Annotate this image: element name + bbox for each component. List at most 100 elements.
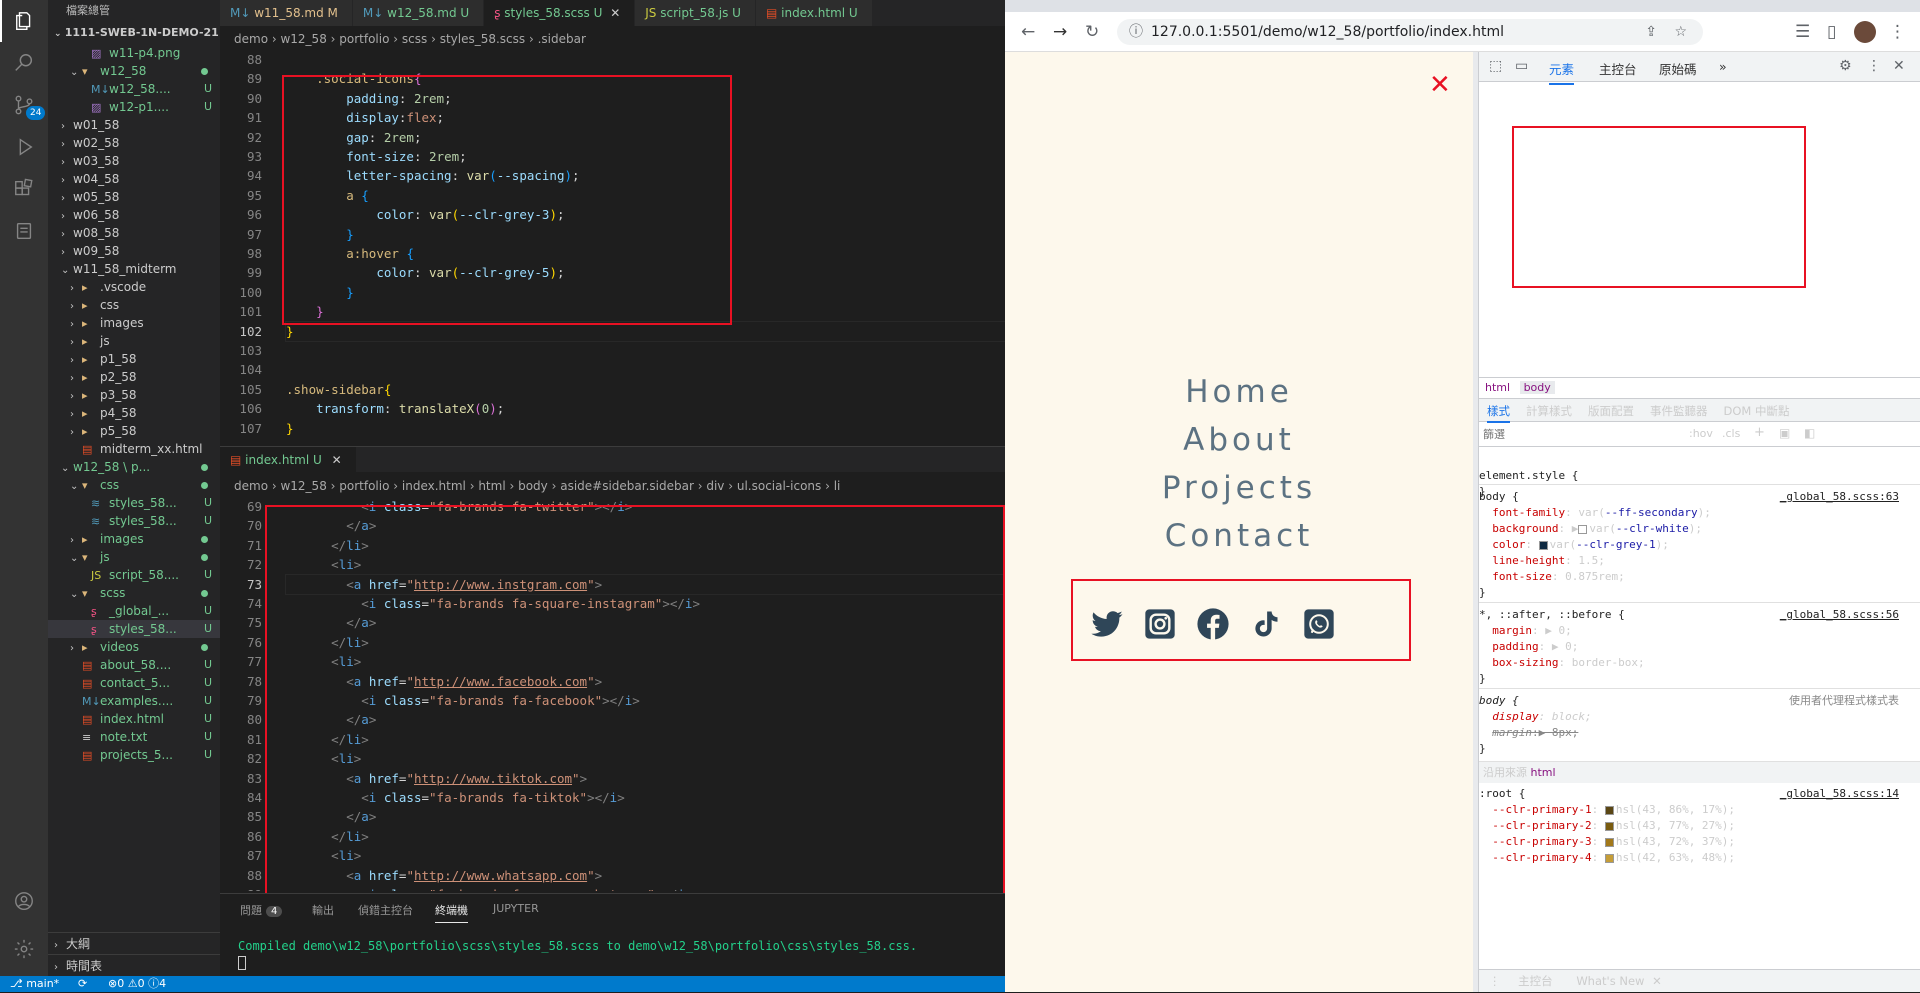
tree-item[interactable]: › w03_58 [48, 152, 220, 170]
rule-body[interactable]: body {_global_58.scss:63 font-family: va… [1479, 489, 1920, 601]
tree-item[interactable]: ≋ styles_58... U [48, 512, 220, 530]
breadcrumb-item[interactable]: demo [234, 32, 268, 46]
tree-item[interactable]: ⌄ ▾ js [48, 548, 220, 566]
terminal-cursor[interactable] [238, 956, 246, 970]
styles-subtab[interactable]: 版面配置 [1588, 404, 1634, 418]
tree-item[interactable]: ▨ w11-p4.png [48, 44, 220, 62]
tree-item[interactable]: › ▸ p5_58 [48, 422, 220, 440]
twitter-icon[interactable] [1087, 604, 1127, 644]
explorer-icon[interactable] [0, 0, 48, 42]
tree-item[interactable]: ⌄ ▾ scss [48, 584, 220, 602]
tree-item[interactable]: › ▸ p1_58 [48, 350, 220, 368]
tree-item[interactable]: › w01_58 [48, 116, 220, 134]
share-icon[interactable]: ⇪ [1645, 19, 1657, 45]
crumb-html[interactable]: html [1485, 381, 1510, 394]
instagram-icon[interactable] [1140, 604, 1180, 644]
forward-icon[interactable]: → [1053, 22, 1067, 42]
extensions-icon[interactable] [0, 168, 48, 210]
tree-item[interactable]: JS script_58.... U [48, 566, 220, 584]
breadcrumb-item[interactable]: w12_58 [280, 479, 326, 493]
browser-menu-icon[interactable]: ⋮ [1889, 22, 1906, 42]
back-icon[interactable]: ← [1021, 22, 1035, 42]
tree-item[interactable]: ▤ midterm_xx.html [48, 440, 220, 458]
breadcrumb-item[interactable]: scss [402, 32, 427, 46]
computed-styles-icon[interactable]: ▣ [1779, 426, 1790, 440]
tree-item[interactable]: › ▸ p2_58 [48, 368, 220, 386]
editor-tab[interactable]: ʂ styles_58.scss U ✕ [484, 0, 636, 26]
tree-item[interactable]: M↓examples.... U [48, 692, 220, 710]
breadcrumb-item[interactable]: li [834, 479, 841, 493]
tree-item[interactable]: ʂ _global_... U [48, 602, 220, 620]
tree-item[interactable]: ⌄ w11_58_midterm [48, 260, 220, 278]
crumb-body[interactable]: body [1519, 381, 1555, 394]
rule-universal[interactable]: *, ::after, ::before {_global_58.scss:56… [1479, 607, 1920, 687]
breadcrumb-item[interactable]: index.html [402, 479, 466, 493]
tree-item[interactable]: M↓w12_58.... U [48, 80, 220, 98]
tree-item[interactable]: › w05_58 [48, 188, 220, 206]
breadcrumb-item[interactable]: styles_58.scss [440, 32, 525, 46]
tree-item[interactable]: ʂ styles_58... U [48, 620, 220, 638]
drawer-tab-console[interactable]: 主控台 [1518, 974, 1553, 988]
tree-item[interactable]: › w04_58 [48, 170, 220, 188]
styles-subtab[interactable]: 計算樣式 [1526, 404, 1572, 418]
search-icon[interactable] [0, 42, 48, 84]
cls-toggle[interactable]: .cls [1722, 427, 1740, 440]
styles-subtab[interactable]: DOM 中斷點 [1724, 404, 1790, 418]
settings-gear-icon[interactable]: ⚙ [1839, 58, 1852, 74]
menu-about[interactable]: About [1005, 422, 1473, 458]
tree-item[interactable]: › w02_58 [48, 134, 220, 152]
branch-indicator[interactable]: ⎇ main* [10, 976, 59, 992]
breadcrumb-item[interactable]: portfolio [339, 32, 389, 46]
side-panel-icon[interactable]: ▯ [1827, 22, 1836, 42]
tiktok-icon[interactable] [1246, 604, 1286, 644]
breadcrumb-item[interactable]: ul.social-icons [737, 479, 821, 493]
menu-contact[interactable]: Contact [1005, 518, 1473, 554]
styles-filter-input[interactable] [1483, 426, 1679, 444]
breadcrumb-item[interactable]: demo [234, 479, 268, 493]
tree-item[interactable]: › ▸ p3_58 [48, 386, 220, 404]
tree-item[interactable]: › ▸ p4_58 [48, 404, 220, 422]
tab-index-html-lower[interactable]: ▤ index.html U ✕ [220, 447, 357, 472]
breadcrumb-item[interactable]: aside#sidebar.sidebar [560, 479, 694, 493]
problems-indicator[interactable]: ⊗0 ⚠0 ⓘ4 [108, 976, 166, 992]
tab-sources[interactable]: 原始碼 [1659, 59, 1697, 78]
tab-output[interactable]: 輸出 [312, 902, 334, 918]
tree-item[interactable]: › w06_58 [48, 206, 220, 224]
breadcrumb-item[interactable]: div [706, 479, 724, 493]
tree-item[interactable]: › ▸ videos [48, 638, 220, 656]
tab-jupyter[interactable]: JUPYTER [493, 902, 539, 915]
breadcrumb-item[interactable]: .sidebar [538, 32, 586, 46]
editor-tab[interactable]: M↓ w11_58.md M [220, 0, 353, 26]
inspect-element-icon[interactable]: ⬚ [1489, 58, 1502, 74]
tree-item[interactable]: › w09_58 [48, 242, 220, 260]
editor-tab[interactable]: JS script_58.js U [635, 0, 756, 26]
tree-item[interactable]: ⌄ ▾ w12_58 [48, 62, 220, 80]
tree-item[interactable]: › ▸ js [48, 332, 220, 350]
remote-explorer-icon[interactable] [0, 210, 48, 252]
tree-item[interactable]: ▨ w12-p1.... U [48, 98, 220, 116]
reload-icon[interactable]: ↻ [1085, 22, 1099, 42]
styles-subtab[interactable]: 事件監聽器 [1650, 404, 1708, 418]
breadcrumb-item[interactable]: body [518, 479, 548, 493]
drawer-close-icon[interactable]: ✕ [1652, 974, 1662, 988]
new-rule-icon[interactable]: + [1754, 425, 1765, 440]
menu-projects[interactable]: Projects [1005, 470, 1473, 506]
tab-elements[interactable]: 元素 [1549, 59, 1575, 85]
timeline-section[interactable]: › 時間表 [48, 954, 220, 976]
tree-item[interactable]: ⌄ ▾ css [48, 476, 220, 494]
facebook-icon[interactable] [1193, 604, 1233, 644]
close-tab-icon[interactable]: ✕ [606, 6, 620, 20]
styles-subtab[interactable]: 樣式 [1487, 404, 1510, 423]
bookmark-star-icon[interactable]: ☆ [1674, 19, 1687, 45]
device-toolbar-icon[interactable]: ▭ [1515, 58, 1528, 74]
tab-console[interactable]: 主控台 [1599, 59, 1637, 78]
breadcrumb-item[interactable]: w12_58 [280, 32, 326, 46]
drawer-menu-icon[interactable]: ⋮ [1489, 974, 1501, 988]
tree-item[interactable]: ≡ note.txt U [48, 728, 220, 746]
hov-toggle[interactable]: :hov [1689, 427, 1713, 440]
tree-item[interactable]: › ▸ css [48, 296, 220, 314]
devtools-menu-icon[interactable]: ⋮ [1867, 58, 1881, 74]
editor-tab[interactable]: M↓ w12_58.md U [352, 0, 485, 26]
reading-list-icon[interactable]: ☰ [1795, 22, 1810, 42]
tree-item[interactable]: ▤ projects_5... U [48, 746, 220, 764]
